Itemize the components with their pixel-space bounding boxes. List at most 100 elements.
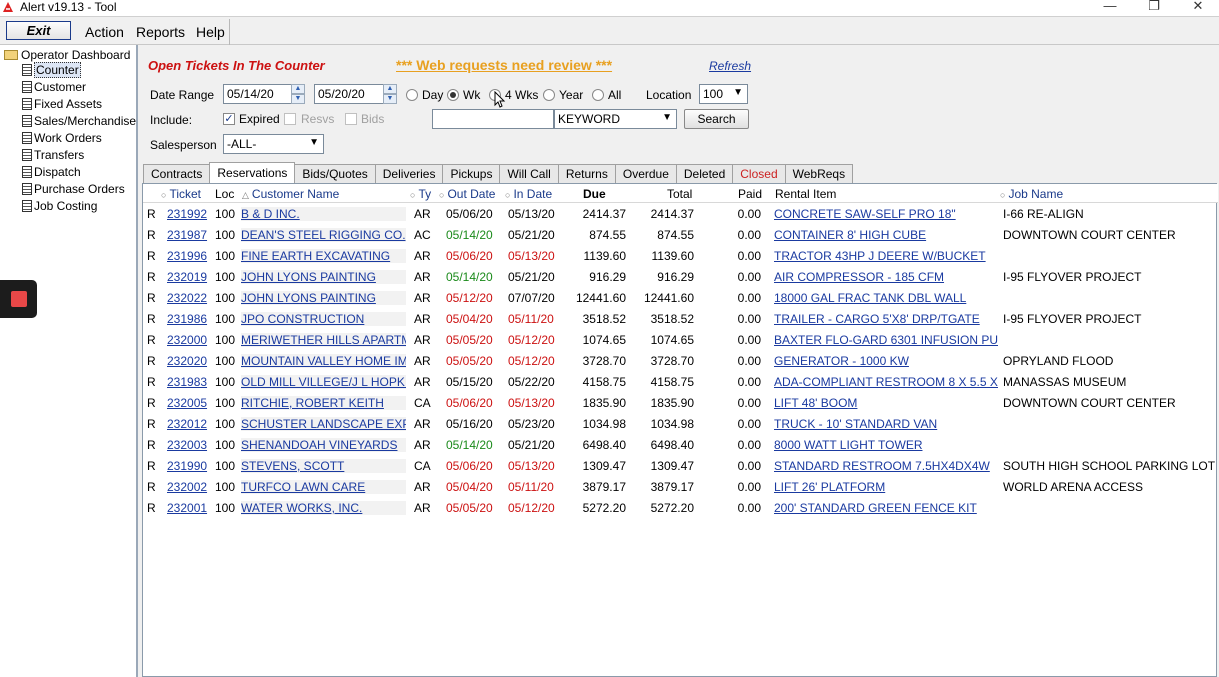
customer-link[interactable]: STEVENS, SCOTT bbox=[241, 459, 406, 473]
sidebar-item-job-costing[interactable]: Job Costing bbox=[22, 199, 97, 214]
col-out-date[interactable]: ○ Out Date bbox=[439, 187, 495, 201]
range-all-radio[interactable] bbox=[592, 89, 604, 101]
ticket-link[interactable]: 232002 bbox=[167, 480, 211, 494]
table-row[interactable]: R 232001 100 WATER WORKS, INC. AR 05/05/20 05/… bbox=[143, 497, 1218, 518]
exit-button[interactable]: Exit bbox=[6, 21, 71, 40]
rental-item-link[interactable]: 8000 WATT LIGHT TOWER bbox=[774, 438, 998, 452]
sidebar-item-purchase-orders[interactable]: Purchase Orders bbox=[22, 182, 125, 197]
table-row[interactable]: R 232000 100 MERIWETHER HILLS APARTM AR 05/05… bbox=[143, 329, 1218, 350]
customer-link[interactable]: WATER WORKS, INC. bbox=[241, 501, 406, 515]
rental-item-link[interactable]: BAXTER FLO-GARD 6301 INFUSION PUMI bbox=[774, 333, 998, 347]
tab-bids-quotes[interactable]: Bids/Quotes bbox=[294, 164, 376, 183]
table-row[interactable]: R 232003 100 SHENANDOAH VINEYARDS AR 05/14/20… bbox=[143, 434, 1218, 455]
ticket-link[interactable]: 231987 bbox=[167, 228, 211, 242]
col-ty[interactable]: ○ Ty bbox=[410, 187, 431, 201]
range-year-radio[interactable] bbox=[543, 89, 555, 101]
rental-item-link[interactable]: LIFT 26' PLATFORM bbox=[774, 480, 998, 494]
col-total[interactable]: Total bbox=[667, 187, 692, 201]
spin-up-icon[interactable]: ▲ bbox=[291, 84, 305, 94]
customer-link[interactable]: OLD MILL VILLEGE/J L HOPKII bbox=[241, 375, 406, 389]
customer-link[interactable]: FINE EARTH EXCAVATING bbox=[241, 249, 406, 263]
col-rental-item[interactable]: Rental Item bbox=[775, 187, 836, 201]
customer-link[interactable]: RITCHIE, ROBERT KEITH bbox=[241, 396, 406, 410]
customer-link[interactable]: JOHN LYONS PAINTING bbox=[241, 291, 406, 305]
ticket-link[interactable]: 231983 bbox=[167, 375, 211, 389]
rental-item-link[interactable]: ADA-COMPLIANT RESTROOM 8 X 5.5 X 8 bbox=[774, 375, 998, 389]
customer-link[interactable]: SCHUSTER LANDSCAPE EXP bbox=[241, 417, 406, 431]
spin-down-icon[interactable]: ▼ bbox=[291, 94, 305, 104]
resvs-checkbox[interactable] bbox=[284, 113, 296, 125]
table-row[interactable]: R 232002 100 TURFCO LAWN CARE AR 05/04/20 05/1… bbox=[143, 476, 1218, 497]
rental-item-link[interactable]: CONTAINER 8' HIGH CUBE bbox=[774, 228, 998, 242]
customer-link[interactable]: MERIWETHER HILLS APARTM bbox=[241, 333, 406, 347]
range-wk-radio[interactable] bbox=[447, 89, 459, 101]
search-button[interactable]: Search bbox=[684, 109, 749, 129]
range-day-radio[interactable] bbox=[406, 89, 418, 101]
date-from-spinner[interactable]: ▲ ▼ bbox=[291, 84, 305, 104]
tab-returns[interactable]: Returns bbox=[557, 164, 616, 183]
table-row[interactable]: R 232012 100 SCHUSTER LANDSCAPE EXP AR 05/16/… bbox=[143, 413, 1218, 434]
rental-item-link[interactable]: LIFT 48' BOOM bbox=[774, 396, 998, 410]
web-requests-link[interactable]: *** Web requests need review *** bbox=[396, 57, 612, 73]
ticket-link[interactable]: 232012 bbox=[167, 417, 211, 431]
ticket-link[interactable]: 231992 bbox=[167, 207, 211, 221]
rental-item-link[interactable]: TRAILER - CARGO 5'X8' DRP/TGATE bbox=[774, 312, 998, 326]
customer-link[interactable]: MOUNTAIN VALLEY HOME IMP bbox=[241, 354, 406, 368]
tab-deleted[interactable]: Deleted bbox=[675, 164, 734, 183]
location-select[interactable]: 100 ▼ bbox=[699, 84, 748, 104]
ticket-link[interactable]: 232000 bbox=[167, 333, 211, 347]
menu-reports[interactable]: Reports bbox=[136, 24, 185, 40]
minimize-icon[interactable]: — bbox=[1087, 0, 1133, 17]
table-row[interactable]: R 231987 100 DEAN'S STEEL RIGGING CO., AC 05/… bbox=[143, 224, 1218, 245]
sidebar-item-sales-merchandise[interactable]: Sales/Merchandise bbox=[22, 114, 136, 129]
menu-action[interactable]: Action bbox=[85, 24, 124, 40]
table-row[interactable]: R 231986 100 JPO CONSTRUCTION AR 05/04/20 05/1… bbox=[143, 308, 1218, 329]
customer-link[interactable]: SHENANDOAH VINEYARDS bbox=[241, 438, 406, 452]
sidebar-item-transfers[interactable]: Transfers bbox=[22, 148, 84, 163]
table-row[interactable]: R 232019 100 JOHN LYONS PAINTING AR 05/14/20 0… bbox=[143, 266, 1218, 287]
rental-item-link[interactable]: 200' STANDARD GREEN FENCE KIT bbox=[774, 501, 998, 515]
spin-down-icon[interactable]: ▼ bbox=[383, 94, 397, 104]
ticket-link[interactable]: 232019 bbox=[167, 270, 211, 284]
sidebar-item-customer[interactable]: Customer bbox=[22, 80, 86, 95]
date-to-spinner[interactable]: ▲ ▼ bbox=[383, 84, 397, 104]
refresh-link[interactable]: Refresh bbox=[709, 59, 751, 73]
ticket-link[interactable]: 232001 bbox=[167, 501, 211, 515]
table-row[interactable]: R 231983 100 OLD MILL VILLEGE/J L HOPKII AR 0… bbox=[143, 371, 1218, 392]
table-row[interactable]: R 232005 100 RITCHIE, ROBERT KEITH CA 05/06/2… bbox=[143, 392, 1218, 413]
record-widget[interactable] bbox=[0, 280, 37, 318]
rental-item-link[interactable]: STANDARD RESTROOM 7.5HX4DX4W bbox=[774, 459, 998, 473]
col-paid[interactable]: Paid bbox=[738, 187, 762, 201]
ticket-link[interactable]: 232005 bbox=[167, 396, 211, 410]
customer-link[interactable]: JOHN LYONS PAINTING bbox=[241, 270, 406, 284]
customer-link[interactable]: B & D INC. bbox=[241, 207, 406, 221]
table-row[interactable]: R 232020 100 MOUNTAIN VALLEY HOME IMP AR 05/0… bbox=[143, 350, 1218, 371]
close-icon[interactable]: ✕ bbox=[1175, 0, 1219, 17]
sidebar-item-work-orders[interactable]: Work Orders bbox=[22, 131, 102, 146]
salesperson-select[interactable]: -ALL- ▼ bbox=[223, 134, 324, 154]
col-customer[interactable]: △ Customer Name bbox=[242, 187, 339, 201]
ticket-link[interactable]: 232022 bbox=[167, 291, 211, 305]
col-loc[interactable]: Loc bbox=[215, 187, 234, 201]
ticket-link[interactable]: 231986 bbox=[167, 312, 211, 326]
customer-link[interactable]: JPO CONSTRUCTION bbox=[241, 312, 406, 326]
col-ticket[interactable]: ○ Ticket bbox=[161, 187, 201, 201]
col-job-name[interactable]: ○ Job Name bbox=[1000, 187, 1063, 201]
ticket-link[interactable]: 232003 bbox=[167, 438, 211, 452]
sidebar-item-counter[interactable]: Counter bbox=[22, 62, 81, 78]
menu-help[interactable]: Help bbox=[196, 24, 225, 40]
rental-item-link[interactable]: TRACTOR 43HP J DEERE W/BUCKET bbox=[774, 249, 998, 263]
search-input[interactable] bbox=[432, 109, 554, 129]
tab-overdue[interactable]: Overdue bbox=[614, 164, 677, 183]
rental-item-link[interactable]: CONCRETE SAW-SELF PRO 18" bbox=[774, 207, 998, 221]
rental-item-link[interactable]: 18000 GAL FRAC TANK DBL WALL bbox=[774, 291, 998, 305]
maximize-icon[interactable]: ❐ bbox=[1131, 0, 1177, 17]
col-due[interactable]: Due bbox=[583, 187, 606, 201]
tab-webreqs[interactable]: WebReqs bbox=[784, 164, 854, 183]
table-row[interactable]: R 231992 100 B & D INC. AR 05/06/20 05/13/20 24… bbox=[143, 203, 1218, 224]
rental-item-link[interactable]: TRUCK - 10' STANDARD VAN bbox=[774, 417, 998, 431]
table-row[interactable]: R 231996 100 FINE EARTH EXCAVATING AR 05/06/2… bbox=[143, 245, 1218, 266]
table-row[interactable]: R 231990 100 STEVENS, SCOTT CA 05/06/20 05/13/… bbox=[143, 455, 1218, 476]
keyword-select[interactable]: KEYWORD ▼ bbox=[554, 109, 677, 129]
customer-link[interactable]: DEAN'S STEEL RIGGING CO., bbox=[241, 228, 406, 242]
